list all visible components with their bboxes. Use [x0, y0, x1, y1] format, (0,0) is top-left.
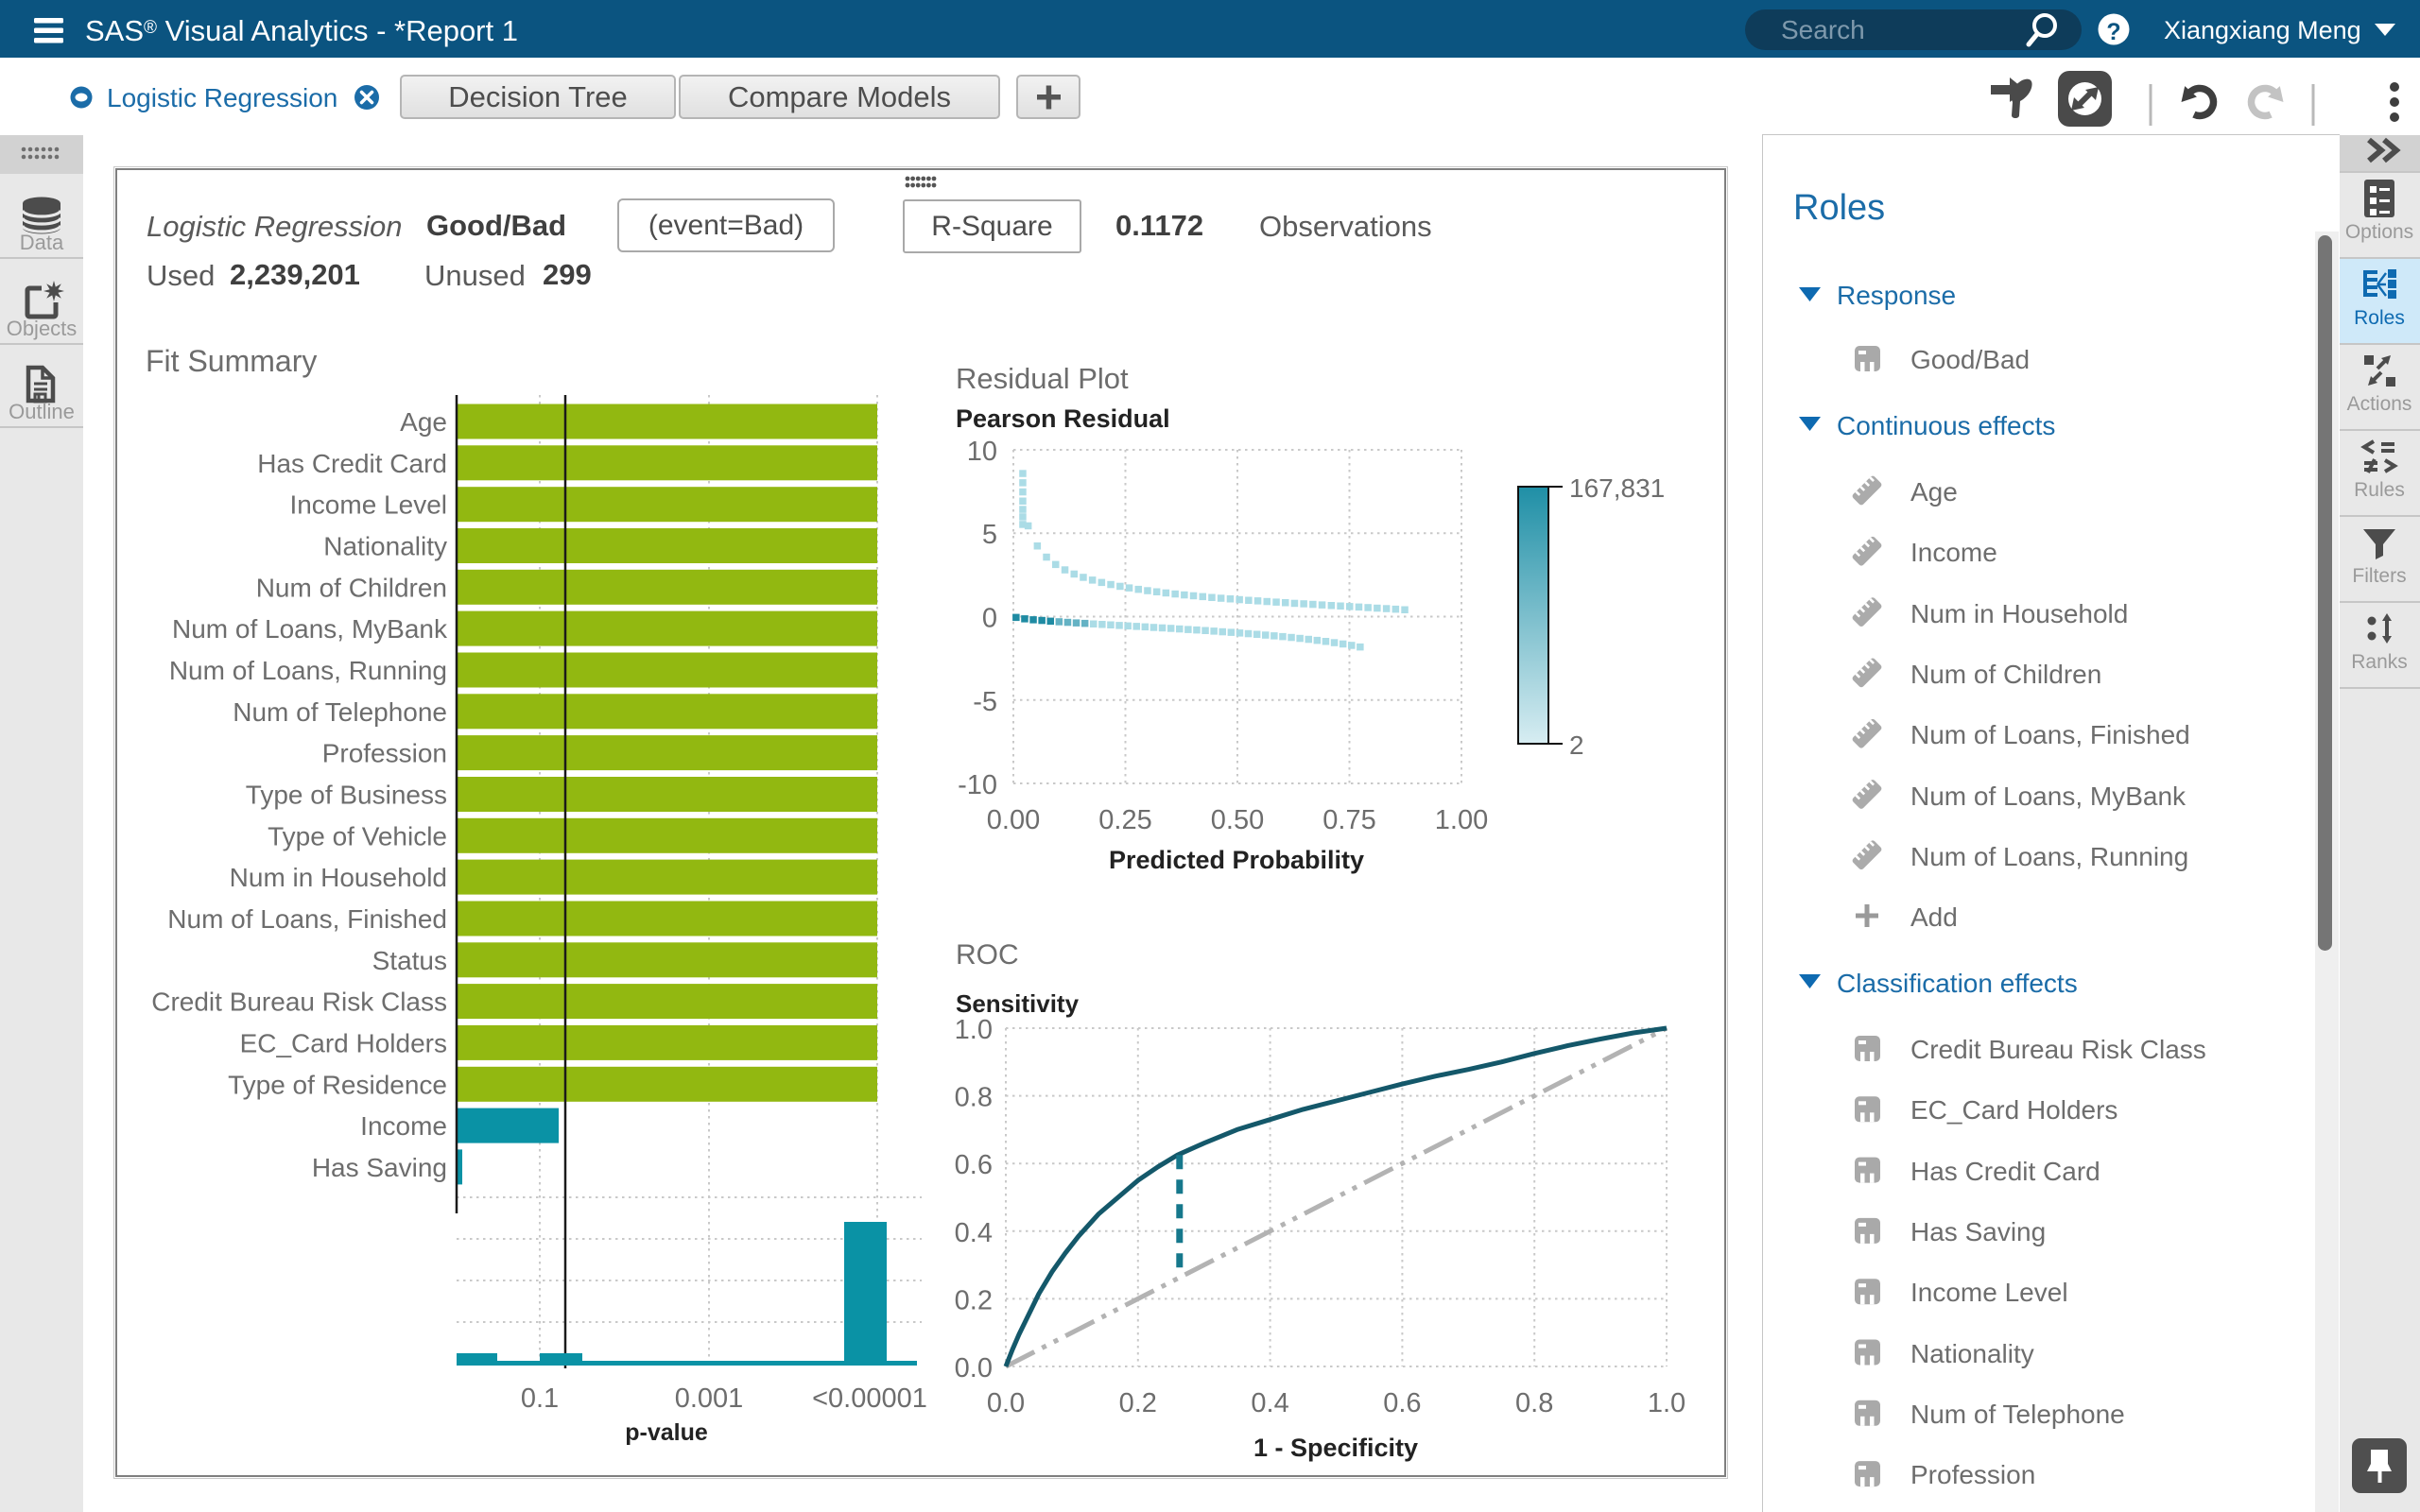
- svg-text:Has Credit Card: Has Credit Card: [257, 449, 447, 478]
- svg-text:Num of Telephone: Num of Telephone: [233, 697, 447, 727]
- svg-text:Num of Loans, MyBank: Num of Loans, MyBank: [1910, 782, 2187, 811]
- svg-text:0.4: 0.4: [1251, 1388, 1288, 1418]
- svg-text:1.00: 1.00: [1435, 805, 1488, 835]
- svg-text:0.25: 0.25: [1098, 805, 1151, 835]
- svg-text:0.8: 0.8: [955, 1083, 993, 1113]
- svg-text:Num in Household: Num in Household: [1910, 599, 2128, 628]
- svg-text:Credit Bureau Risk Class: Credit Bureau Risk Class: [151, 988, 447, 1017]
- svg-text:Has Credit Card: Has Credit Card: [1910, 1157, 2100, 1186]
- svg-text:0.50: 0.50: [1211, 805, 1264, 835]
- svg-text:Pearson Residual: Pearson Residual: [956, 404, 1170, 433]
- svg-text:1.0: 1.0: [1648, 1388, 1685, 1418]
- svg-text:p-value: p-value: [625, 1419, 708, 1446]
- svg-text:Good/Bad: Good/Bad: [1910, 345, 2030, 374]
- svg-text:Num of Loans, Finished: Num of Loans, Finished: [1910, 720, 2190, 749]
- svg-text:0.0: 0.0: [987, 1388, 1025, 1418]
- svg-text:0.00: 0.00: [987, 805, 1040, 835]
- svg-text:Continuous effects: Continuous effects: [1837, 411, 2055, 440]
- svg-text:0.8: 0.8: [1515, 1388, 1553, 1418]
- svg-text:167,831: 167,831: [1569, 473, 1665, 503]
- svg-text:Profession: Profession: [322, 739, 447, 768]
- svg-text:Num of Children: Num of Children: [1910, 660, 2101, 689]
- svg-text:Options: Options: [2345, 221, 2413, 243]
- svg-text:0.001: 0.001: [675, 1383, 744, 1414]
- svg-text:0: 0: [982, 604, 997, 634]
- svg-text:Nationality: Nationality: [1910, 1339, 2034, 1368]
- svg-text:0.6: 0.6: [955, 1150, 993, 1180]
- svg-text:Sensitivity: Sensitivity: [956, 989, 1080, 1018]
- svg-text:Num of Loans, Running: Num of Loans, Running: [169, 656, 447, 685]
- svg-text:Num of Loans, Running: Num of Loans, Running: [1910, 842, 2188, 871]
- svg-text:0.75: 0.75: [1322, 805, 1375, 835]
- svg-text:Num of Loans, MyBank: Num of Loans, MyBank: [172, 614, 448, 644]
- svg-text:Response: Response: [1837, 281, 1956, 310]
- svg-text:1.0: 1.0: [955, 1015, 993, 1045]
- svg-text:Type of Business: Type of Business: [246, 781, 447, 810]
- svg-text:Roles: Roles: [1793, 188, 1885, 228]
- svg-text:Type of Residence: Type of Residence: [228, 1070, 447, 1099]
- svg-text:Fit Summary: Fit Summary: [146, 344, 317, 378]
- svg-text:<0.00001: <0.00001: [812, 1383, 927, 1414]
- svg-text:0.1: 0.1: [521, 1383, 559, 1414]
- svg-text:Add: Add: [1910, 902, 1958, 932]
- svg-text:0.6: 0.6: [1383, 1388, 1421, 1418]
- svg-text:EC_Card Holders: EC_Card Holders: [1910, 1095, 2118, 1125]
- svg-text:Age: Age: [1910, 477, 1958, 507]
- svg-text:Filters: Filters: [2352, 565, 2406, 587]
- svg-text:Rules: Rules: [2354, 479, 2405, 501]
- svg-text:Predicted Probability: Predicted Probability: [1109, 846, 1364, 874]
- svg-text:Roles: Roles: [2354, 307, 2405, 329]
- svg-text:Income: Income: [360, 1111, 447, 1141]
- svg-text:-5: -5: [973, 687, 997, 717]
- svg-text:Objects: Objects: [7, 317, 78, 340]
- svg-text:Income Level: Income Level: [1910, 1278, 2068, 1307]
- svg-text:0.2: 0.2: [1119, 1388, 1157, 1418]
- svg-text:Outline: Outline: [9, 400, 75, 423]
- svg-text:ROC: ROC: [956, 939, 1019, 971]
- svg-text:Income: Income: [1910, 538, 1997, 567]
- svg-text:Profession: Profession: [1910, 1460, 2035, 1489]
- svg-text:Residual Plot: Residual Plot: [956, 362, 1129, 395]
- svg-text:Credit Bureau Risk Class: Credit Bureau Risk Class: [1910, 1035, 2206, 1064]
- svg-text:5: 5: [982, 520, 997, 550]
- svg-text:Num of Loans, Finished: Num of Loans, Finished: [167, 904, 447, 934]
- svg-text:Type of Vehicle: Type of Vehicle: [268, 821, 447, 850]
- svg-text:1 - Specificity: 1 - Specificity: [1253, 1434, 1418, 1462]
- svg-text:Income Level: Income Level: [289, 490, 447, 520]
- svg-text:Num of Children: Num of Children: [256, 573, 447, 602]
- svg-text:0.0: 0.0: [955, 1353, 993, 1383]
- svg-text:Ranks: Ranks: [2351, 651, 2408, 673]
- svg-text:2: 2: [1569, 730, 1584, 760]
- svg-text:Nationality: Nationality: [323, 532, 447, 561]
- svg-text:Has Saving: Has Saving: [312, 1153, 447, 1182]
- svg-text:Num in Household: Num in Household: [230, 863, 447, 892]
- svg-text:Num of Telephone: Num of Telephone: [1910, 1400, 2125, 1429]
- svg-text:Age: Age: [400, 407, 447, 437]
- svg-text:10: 10: [967, 437, 997, 467]
- svg-text:0.4: 0.4: [955, 1218, 993, 1248]
- svg-text:Actions: Actions: [2347, 393, 2412, 415]
- svg-text:-10: -10: [958, 770, 997, 800]
- svg-text:Status: Status: [372, 946, 447, 975]
- svg-text:Has Saving: Has Saving: [1910, 1217, 2046, 1246]
- svg-text:EC_Card Holders: EC_Card Holders: [240, 1028, 447, 1057]
- svg-text:Classification effects: Classification effects: [1837, 969, 2078, 998]
- svg-text:0.2: 0.2: [955, 1285, 993, 1315]
